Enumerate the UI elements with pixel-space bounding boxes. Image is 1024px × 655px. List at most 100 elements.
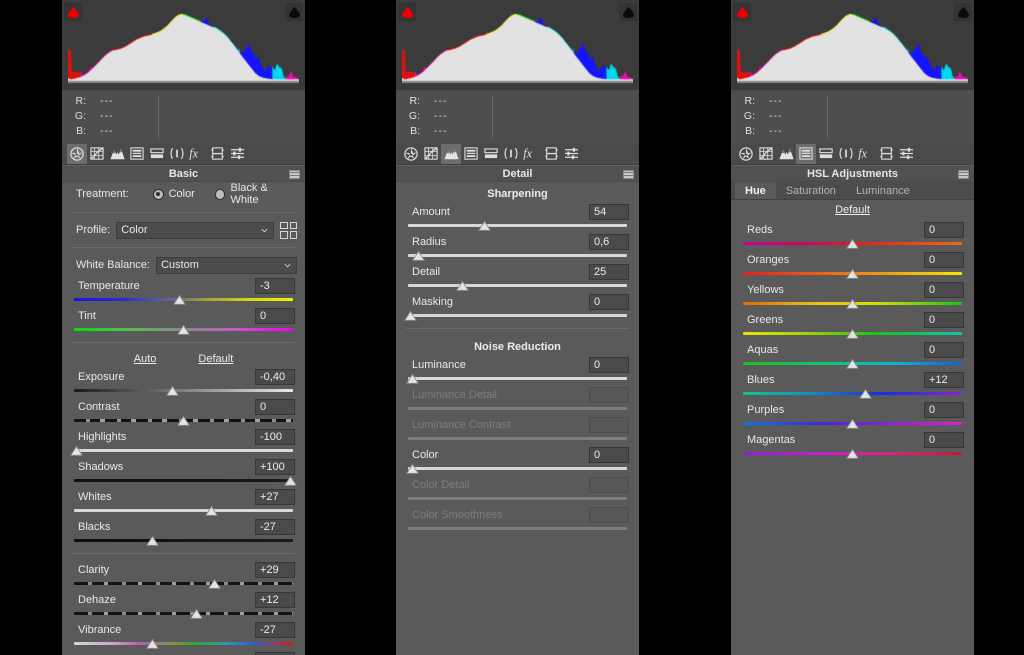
- slider-thumb[interactable]: [207, 579, 221, 589]
- slider-value-input[interactable]: 54: [589, 203, 629, 220]
- slider-vibrance[interactable]: Vibrance -27: [70, 620, 297, 650]
- hsl-tab-hue[interactable]: Hue: [735, 182, 776, 199]
- slider-value-input[interactable]: 0: [924, 251, 964, 268]
- slider-value-input[interactable]: 0: [924, 311, 964, 328]
- slider-value-input[interactable]: 0: [924, 281, 964, 298]
- slider-thumb[interactable]: [190, 609, 204, 619]
- slider-thumb[interactable]: [166, 386, 180, 396]
- slider-color[interactable]: Color 0: [404, 445, 631, 475]
- slider-thumb[interactable]: [172, 295, 186, 305]
- slider-thumb[interactable]: [846, 299, 859, 309]
- browse-profiles-grid-icon[interactable]: [280, 221, 297, 239]
- treatment-option-color[interactable]: Color: [152, 188, 195, 200]
- slider-track[interactable]: [74, 479, 293, 482]
- slider-luminance[interactable]: Luminance 0: [404, 355, 631, 385]
- slider-value-input[interactable]: 0: [924, 341, 964, 358]
- slider-track[interactable]: [408, 314, 627, 317]
- slider-value-input[interactable]: 0: [924, 401, 964, 418]
- slider-thumb[interactable]: [69, 446, 83, 456]
- radio-bw-icon[interactable]: [214, 188, 226, 200]
- tool-lens-corrections-icon[interactable]: [836, 144, 856, 164]
- toolstrip-basic[interactable]: fx: [62, 143, 305, 165]
- slider-value-input[interactable]: 0: [255, 398, 295, 415]
- slider-thumb[interactable]: [846, 419, 859, 429]
- panel-header-hsl[interactable]: HSL Adjustments: [731, 165, 974, 182]
- tool-tone-curve-icon[interactable]: [756, 144, 776, 164]
- panel-menu-icon[interactable]: [623, 170, 634, 179]
- panel-menu-icon[interactable]: [958, 170, 969, 179]
- default-button[interactable]: Default: [198, 353, 233, 365]
- tool-presets-sliders-icon[interactable]: [227, 144, 247, 164]
- slider-color-smoothness[interactable]: Color Smoothness: [404, 505, 631, 535]
- slider-value-input[interactable]: 0,6: [589, 233, 629, 250]
- slider-amount[interactable]: Amount 54: [404, 202, 631, 232]
- slider-track[interactable]: [408, 254, 627, 257]
- tool-lens-corrections-icon[interactable]: [501, 144, 521, 164]
- hsl-tab-luminance[interactable]: Luminance: [846, 182, 920, 199]
- slider-track[interactable]: [408, 224, 627, 227]
- slider-track[interactable]: [74, 389, 293, 392]
- slider-thumb[interactable]: [177, 325, 190, 335]
- auto-button[interactable]: Auto: [134, 353, 157, 365]
- white-balance-select[interactable]: Custom: [155, 256, 297, 274]
- slider-thumb[interactable]: [846, 329, 859, 339]
- panel-header-detail[interactable]: Detail: [396, 165, 639, 182]
- slider-track[interactable]: [74, 642, 293, 645]
- slider-thumb[interactable]: [177, 416, 190, 426]
- slider-contrast[interactable]: Contrast 0: [70, 397, 297, 427]
- tool-effects-fx-icon[interactable]: fx: [187, 144, 207, 164]
- histogram-basic[interactable]: [62, 0, 305, 90]
- slider-value-input[interactable]: [589, 416, 629, 433]
- slider-thumb[interactable]: [846, 449, 859, 459]
- slider-value-input[interactable]: -3: [255, 277, 295, 294]
- slider-purples[interactable]: Purples 0: [739, 400, 966, 430]
- slider-value-input[interactable]: [589, 476, 629, 493]
- tool-split-toning-icon[interactable]: [481, 144, 501, 164]
- tool-hsl-list-icon[interactable]: [127, 144, 147, 164]
- panel-menu-icon[interactable]: [289, 170, 300, 179]
- slider-track[interactable]: [74, 449, 293, 452]
- radio-color-icon[interactable]: [152, 188, 164, 200]
- slider-value-input[interactable]: +27: [255, 488, 295, 505]
- slider-radius[interactable]: Radius 0,6: [404, 232, 631, 262]
- tool-split-toning-icon[interactable]: [147, 144, 167, 164]
- slider-greens[interactable]: Greens 0: [739, 310, 966, 340]
- histogram-hsl[interactable]: [731, 0, 974, 90]
- tool-detail-mountains-icon[interactable]: [441, 143, 461, 164]
- slider-value-input[interactable]: [589, 386, 629, 403]
- slider-value-input[interactable]: -100: [255, 428, 295, 445]
- tool-tone-curve-icon[interactable]: [87, 144, 107, 164]
- slider-track[interactable]: [74, 539, 293, 542]
- slider-value-input[interactable]: +12: [924, 371, 964, 388]
- slider-value-input[interactable]: 0: [924, 431, 964, 448]
- slider-thumb[interactable]: [146, 536, 160, 546]
- tool-effects-fx-icon[interactable]: fx: [856, 144, 876, 164]
- slider-thumb[interactable]: [403, 311, 417, 321]
- toolstrip-hsl[interactable]: fx: [731, 143, 974, 165]
- slider-value-input[interactable]: 0: [255, 307, 295, 324]
- slider-color-detail[interactable]: Color Detail: [404, 475, 631, 505]
- tool-basic-aperture-icon[interactable]: [736, 144, 756, 164]
- slider-value-input[interactable]: -27: [255, 621, 295, 638]
- slider-thumb[interactable]: [205, 506, 219, 516]
- slider-thumb[interactable]: [478, 221, 492, 231]
- slider-track[interactable]: [74, 509, 293, 512]
- slider-oranges[interactable]: Oranges 0: [739, 250, 966, 280]
- tool-lens-corrections-icon[interactable]: [167, 144, 187, 164]
- slider-saturation[interactable]: Saturation+5: [70, 650, 297, 655]
- slider-value-input[interactable]: 25: [589, 263, 629, 280]
- tool-hsl-list-icon[interactable]: [461, 144, 481, 164]
- slider-thumb[interactable]: [405, 374, 419, 384]
- slider-track[interactable]: [408, 467, 627, 470]
- tool-tone-curve-icon[interactable]: [421, 144, 441, 164]
- slider-thumb[interactable]: [146, 639, 160, 649]
- slider-track[interactable]: [743, 392, 962, 395]
- slider-shadows[interactable]: Shadows +100: [70, 457, 298, 487]
- slider-value-input[interactable]: [589, 506, 629, 523]
- hsl-tab-saturation[interactable]: Saturation: [776, 182, 846, 199]
- slider-blues[interactable]: Blues +12: [739, 370, 966, 400]
- tool-calibration-icon[interactable]: [541, 144, 561, 164]
- slider-highlights[interactable]: Highlights -100: [69, 427, 297, 457]
- tool-calibration-icon[interactable]: [207, 144, 227, 164]
- slider-track[interactable]: [74, 612, 293, 615]
